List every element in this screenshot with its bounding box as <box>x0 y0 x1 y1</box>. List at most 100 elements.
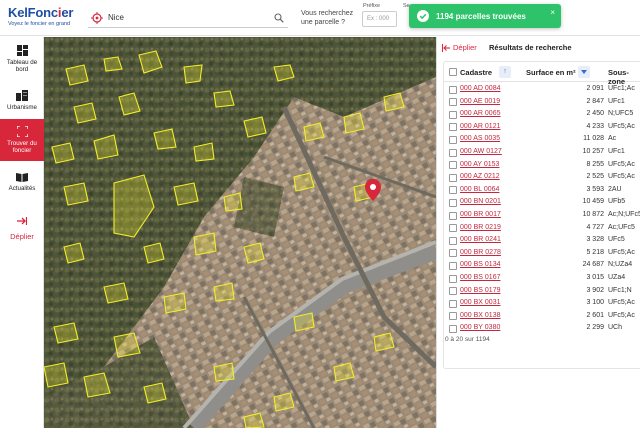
row-checkbox[interactable] <box>449 261 457 270</box>
cadastre-link[interactable]: 000 AE 0019 <box>460 98 500 105</box>
prefix-input[interactable]: Ex : 000 <box>362 11 397 27</box>
cadastre-link[interactable]: 000 AZ 0212 <box>460 173 500 180</box>
sous-zone-value: N;UZa4 <box>608 261 633 269</box>
expand-frame-icon <box>16 126 28 137</box>
parcel-search-prompt: Vous recherchez une parcelle ? <box>301 10 354 26</box>
table-row[interactable]: 000 BR 0241 3 328 UFc5 <box>444 234 640 247</box>
filter-icon[interactable] <box>578 66 590 78</box>
search-input[interactable]: Nice <box>108 13 274 22</box>
cadastre-link[interactable]: 000 BR 0017 <box>460 211 501 218</box>
row-checkbox[interactable] <box>449 198 457 207</box>
row-checkbox[interactable] <box>449 249 457 258</box>
sous-zone-value: UFc1 <box>608 148 625 155</box>
surface-value: 3 328 <box>586 236 604 244</box>
results-panel-header: Déplier Résultats de recherche <box>437 37 640 57</box>
sous-zone-value: UFb5 <box>608 198 626 206</box>
row-checkbox[interactable] <box>449 85 457 94</box>
cadastre-link[interactable]: 000 BS 0134 <box>460 261 500 268</box>
row-checkbox[interactable] <box>449 224 457 233</box>
surface-value: 3 015 <box>586 274 604 281</box>
kelfoncier-logo[interactable]: KelFoncier Voyez le foncier en grand <box>8 5 73 27</box>
cadastre-link[interactable]: 000 AS 0035 <box>460 135 500 142</box>
sous-zone-value: Ac;N;UFc5 <box>608 211 640 218</box>
search-icon[interactable] <box>274 12 284 23</box>
cadastre-link[interactable]: 000 AW 0127 <box>460 148 502 155</box>
cadastre-link[interactable]: 000 AR 0065 <box>460 110 500 117</box>
row-checkbox[interactable] <box>449 173 457 182</box>
sous-zone-value: UFc5;Ac <box>608 173 635 181</box>
table-row[interactable]: 000 BS 0134 24 687 N;UZa4 <box>444 259 640 272</box>
surface-value: 2 450 <box>586 110 604 118</box>
row-checkbox[interactable] <box>449 135 457 144</box>
row-checkbox[interactable] <box>449 110 457 119</box>
row-checkbox[interactable] <box>449 299 457 308</box>
sidebar-item-dashboard[interactable]: Tableau de bord <box>0 45 44 85</box>
table-row[interactable]: 000 BN 0201 10 459 UFb5 <box>444 196 640 209</box>
table-row[interactable]: 000 BR 0017 10 872 Ac;N;UFc5 <box>444 209 640 222</box>
table-row[interactable]: 000 AW 0127 10 257 UFc1 <box>444 146 640 159</box>
cadastre-link[interactable]: 000 BY 0380 <box>460 324 500 331</box>
row-checkbox[interactable] <box>449 211 457 220</box>
cadastre-link[interactable]: 000 BR 0241 <box>460 236 501 243</box>
sidebar-item-trouver-foncier[interactable]: Trouver du foncier <box>0 119 44 161</box>
cadastre-link[interactable]: 000 BL 0064 <box>460 186 499 193</box>
column-surface[interactable]: Surface en m² <box>526 68 576 77</box>
table-row[interactable]: 000 BR 0278 5 218 UFc5;Ac <box>444 247 640 260</box>
sidebar-item-actualites[interactable]: Actualités <box>0 172 44 202</box>
results-table: Cadastre ↑ Surface en m² Sous-zone 000 A… <box>443 61 640 369</box>
column-cadastre[interactable]: Cadastre <box>460 68 492 77</box>
sous-zone-value: UFc5;Ac <box>608 311 635 319</box>
table-row[interactable]: 000 BS 0179 3 902 UFc1;N <box>444 285 640 298</box>
buildings-icon <box>16 90 28 101</box>
table-row[interactable]: 000 AE 0019 2 847 UFc1 <box>444 96 640 109</box>
table-row[interactable]: 000 AD 0084 2 091 UFc1;Ac <box>444 83 640 96</box>
close-icon[interactable]: × <box>550 8 555 17</box>
row-checkbox[interactable] <box>449 274 457 283</box>
select-all-checkbox[interactable] <box>449 68 457 76</box>
surface-value: 2 299 <box>586 324 604 332</box>
arrow-left-icon[interactable] <box>442 44 450 52</box>
row-checkbox[interactable] <box>449 236 457 245</box>
row-checkbox[interactable] <box>449 148 457 157</box>
table-row[interactable]: 000 AR 0121 4 233 UFc5;Ac <box>444 121 640 134</box>
table-row[interactable]: 000 BY 0380 2 299 UCh <box>444 322 640 335</box>
cadastre-link[interactable]: 000 BR 0219 <box>460 224 501 231</box>
table-row[interactable]: 000 AY 0153 8 255 UFc5;Ac <box>444 159 640 172</box>
row-checkbox[interactable] <box>449 123 457 132</box>
arrow-right-icon[interactable] <box>17 216 27 226</box>
cadastre-link[interactable]: 000 AR 0121 <box>460 123 500 130</box>
table-row[interactable]: 000 AS 0035 11 028 Ac <box>444 133 640 146</box>
table-row[interactable]: 000 BX 0031 3 100 UFc5;Ac <box>444 297 640 310</box>
map-canvas[interactable] <box>44 37 436 428</box>
cadastre-link[interactable]: 000 AY 0153 <box>460 161 499 168</box>
row-checkbox[interactable] <box>449 312 457 321</box>
row-checkbox[interactable] <box>449 186 457 195</box>
table-row[interactable]: 000 BS 0167 3 015 UZa4 <box>444 272 640 285</box>
location-search[interactable]: Nice <box>88 8 288 28</box>
cadastre-link[interactable]: 000 BN 0201 <box>460 198 501 205</box>
surface-value: 2 525 <box>586 173 604 181</box>
cadastre-link[interactable]: 000 BX 0031 <box>460 299 500 306</box>
table-row[interactable]: 000 BX 0138 2 601 UFc5;Ac <box>444 310 640 323</box>
sidebar-item-urbanisme[interactable]: Urbanisme <box>0 90 44 120</box>
cadastre-link[interactable]: 000 BS 0167 <box>460 274 500 281</box>
locate-target-icon[interactable] <box>91 11 103 24</box>
sidebar-expand-button[interactable]: Déplier <box>0 232 44 241</box>
surface-value: 2 601 <box>586 311 604 319</box>
row-checkbox[interactable] <box>449 98 457 107</box>
table-row[interactable]: 000 AR 0065 2 450 N;UFC5 <box>444 108 640 121</box>
satellite-map[interactable] <box>44 37 436 428</box>
row-checkbox[interactable] <box>449 324 457 333</box>
sort-asc-icon[interactable]: ↑ <box>499 66 511 78</box>
panel-expand-button[interactable]: Déplier <box>453 43 477 52</box>
cadastre-link[interactable]: 000 BS 0179 <box>460 287 500 294</box>
row-checkbox[interactable] <box>449 161 457 170</box>
table-row[interactable]: 000 AZ 0212 2 525 UFc5;Ac <box>444 171 640 184</box>
cadastre-link[interactable]: 000 BX 0138 <box>460 312 500 319</box>
cadastre-link[interactable]: 000 BR 0278 <box>460 249 501 256</box>
table-row[interactable]: 000 BL 0064 3 593 2AU <box>444 184 640 197</box>
sidebar-item-label: Trouver du foncier <box>7 140 37 154</box>
table-row[interactable]: 000 BR 0219 4 727 Ac;UFc5 <box>444 222 640 235</box>
row-checkbox[interactable] <box>449 287 457 296</box>
cadastre-link[interactable]: 000 AD 0084 <box>460 85 500 92</box>
